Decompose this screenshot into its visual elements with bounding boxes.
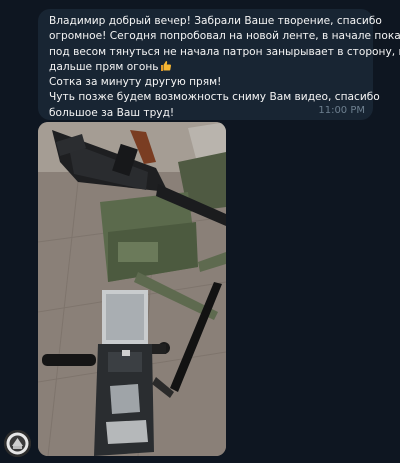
- message-line-5: Сотка за минуту другую прям!: [49, 76, 222, 89]
- message-line-4: дальше прям огонь: [49, 60, 361, 75]
- thumbs-up-icon: [160, 60, 171, 71]
- avatar-icon: [4, 430, 31, 457]
- message-line-3: под весом тянуться не начала патрон заны…: [49, 45, 400, 58]
- chat-view: Владимир добрый вечер! Забрали Ваше твор…: [0, 0, 400, 463]
- message-line-4-text: дальше прям огонь: [49, 60, 159, 73]
- message-line-6: Чуть позже будем возможность сниму Вам в…: [49, 91, 380, 104]
- message-line-2: огромное! Сегодня попробовал на новой ле…: [49, 30, 400, 43]
- message-timestamp: 11:00 PM: [318, 105, 365, 116]
- sender-avatar[interactable]: [4, 430, 31, 457]
- message-text: Владимир добрый вечер! Забрали Ваше твор…: [49, 14, 400, 121]
- message-line-1: Владимир добрый вечер! Забрали Ваше твор…: [49, 15, 382, 27]
- photo-attachment[interactable]: [38, 122, 226, 456]
- message-bubble[interactable]: Владимир добрый вечер! Забрали Ваше твор…: [38, 9, 400, 121]
- photo-loader-handle: [42, 354, 96, 366]
- message-line-7: большое за Ваш труд!: [49, 106, 175, 119]
- photo-image: [38, 122, 226, 456]
